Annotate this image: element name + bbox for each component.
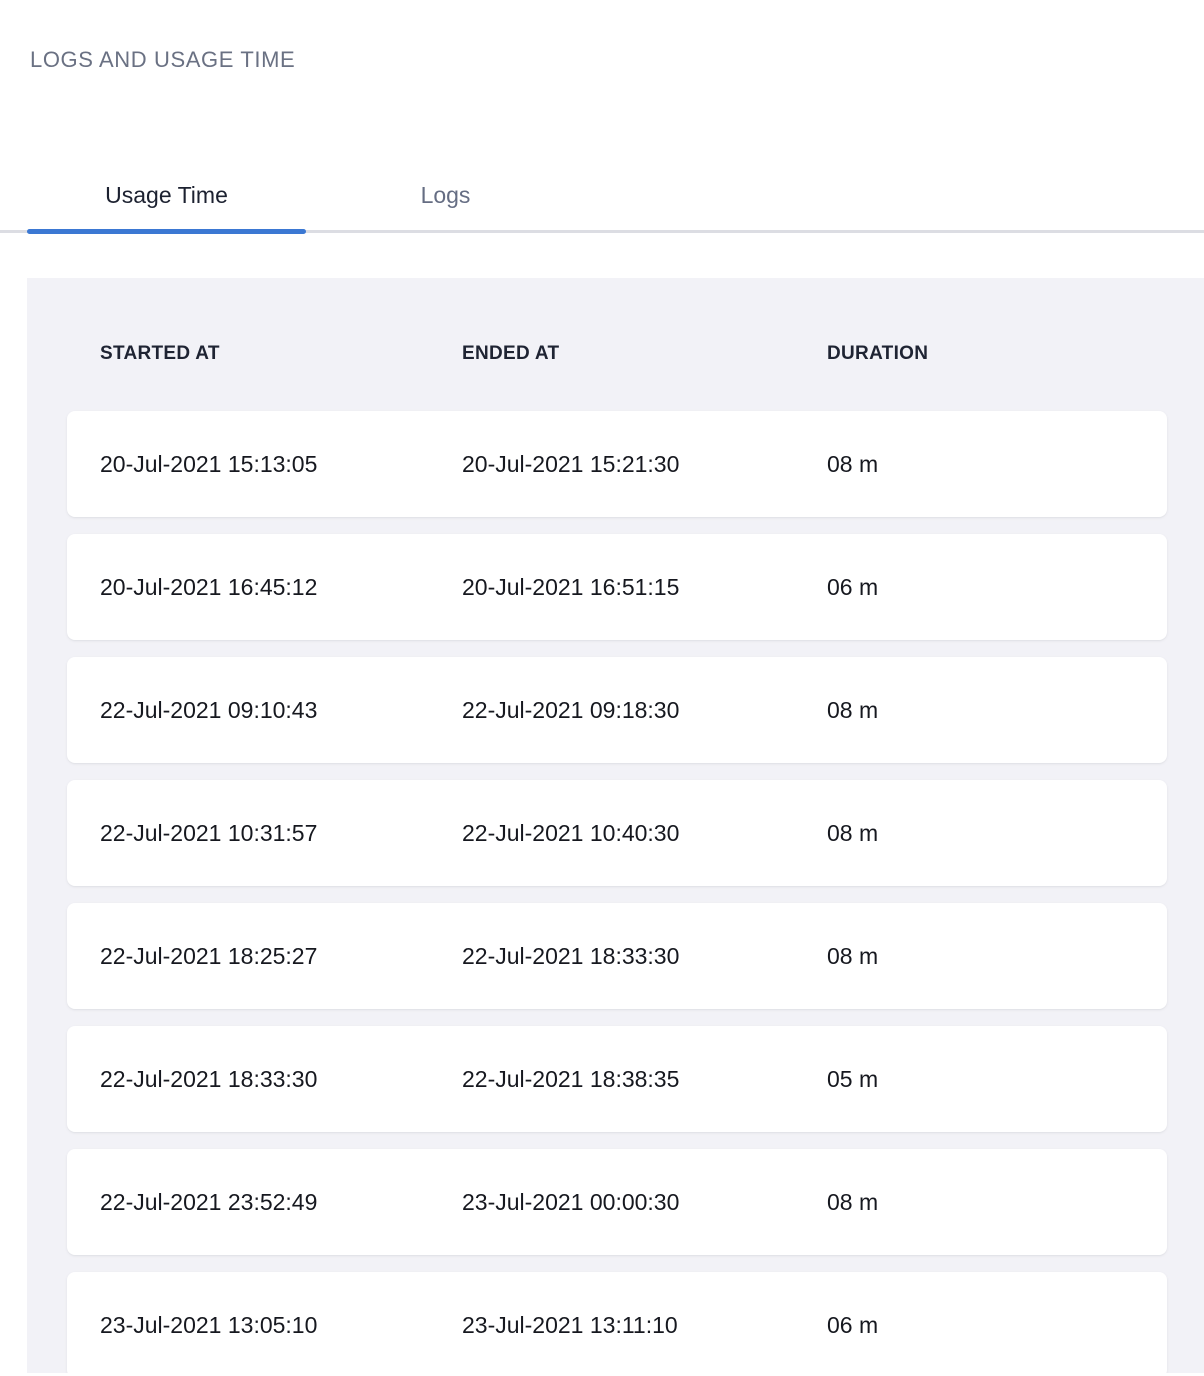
cell-started-at: 22-Jul-2021 18:25:27: [100, 942, 462, 970]
column-header-started-at: STARTED AT: [100, 342, 462, 366]
cell-started-at: 22-Jul-2021 10:31:57: [100, 819, 462, 847]
cell-started-at: 22-Jul-2021 23:52:49: [100, 1188, 462, 1216]
cell-duration: 08 m: [827, 696, 1167, 724]
cell-started-at: 22-Jul-2021 09:10:43: [100, 696, 462, 724]
tab-usage-time[interactable]: Usage Time: [27, 160, 306, 230]
cell-ended-at: 22-Jul-2021 09:18:30: [462, 696, 827, 724]
cell-started-at: 20-Jul-2021 16:45:12: [100, 573, 462, 601]
table-row: 22-Jul-2021 09:10:43 22-Jul-2021 09:18:3…: [67, 657, 1167, 763]
tab-bar: Usage Time Logs: [0, 160, 1204, 230]
cell-ended-at: 20-Jul-2021 16:51:15: [462, 573, 827, 601]
tab-logs[interactable]: Logs: [306, 160, 585, 230]
cell-started-at: 22-Jul-2021 18:33:30: [100, 1065, 462, 1093]
table-row: 22-Jul-2021 18:33:30 22-Jul-2021 18:38:3…: [67, 1026, 1167, 1132]
cell-duration: 06 m: [827, 1311, 1167, 1339]
tab-logs-label: Logs: [421, 182, 471, 209]
cell-ended-at: 22-Jul-2021 18:38:35: [462, 1065, 827, 1093]
cell-ended-at: 20-Jul-2021 15:21:30: [462, 450, 827, 478]
table-header-row: STARTED AT ENDED AT DURATION: [67, 342, 1167, 366]
table-row: 20-Jul-2021 16:45:12 20-Jul-2021 16:51:1…: [67, 534, 1167, 640]
cell-started-at: 20-Jul-2021 15:13:05: [100, 450, 462, 478]
cell-ended-at: 23-Jul-2021 13:11:10: [462, 1311, 827, 1339]
cell-ended-at: 23-Jul-2021 00:00:30: [462, 1188, 827, 1216]
cell-duration: 08 m: [827, 1188, 1167, 1216]
cell-duration: 05 m: [827, 1065, 1167, 1093]
cell-duration: 08 m: [827, 450, 1167, 478]
column-header-ended-at: ENDED AT: [462, 342, 827, 366]
cell-duration: 08 m: [827, 942, 1167, 970]
cell-started-at: 23-Jul-2021 13:05:10: [100, 1311, 462, 1339]
cell-ended-at: 22-Jul-2021 18:33:30: [462, 942, 827, 970]
table-row: 23-Jul-2021 13:05:10 23-Jul-2021 13:11:1…: [67, 1272, 1167, 1373]
usage-time-panel: STARTED AT ENDED AT DURATION 20-Jul-2021…: [27, 278, 1204, 1373]
tab-usage-time-label: Usage Time: [105, 182, 228, 209]
table-row: 20-Jul-2021 15:13:05 20-Jul-2021 15:21:3…: [67, 411, 1167, 517]
table-row: 22-Jul-2021 18:25:27 22-Jul-2021 18:33:3…: [67, 903, 1167, 1009]
column-header-duration: DURATION: [827, 342, 1167, 366]
cell-duration: 06 m: [827, 573, 1167, 601]
table-row: 22-Jul-2021 23:52:49 23-Jul-2021 00:00:3…: [67, 1149, 1167, 1255]
cell-ended-at: 22-Jul-2021 10:40:30: [462, 819, 827, 847]
table-row: 22-Jul-2021 10:31:57 22-Jul-2021 10:40:3…: [67, 780, 1167, 886]
page-title: LOGS AND USAGE TIME: [30, 46, 1204, 74]
table-rows: 20-Jul-2021 15:13:05 20-Jul-2021 15:21:3…: [67, 411, 1167, 1373]
cell-duration: 08 m: [827, 819, 1167, 847]
